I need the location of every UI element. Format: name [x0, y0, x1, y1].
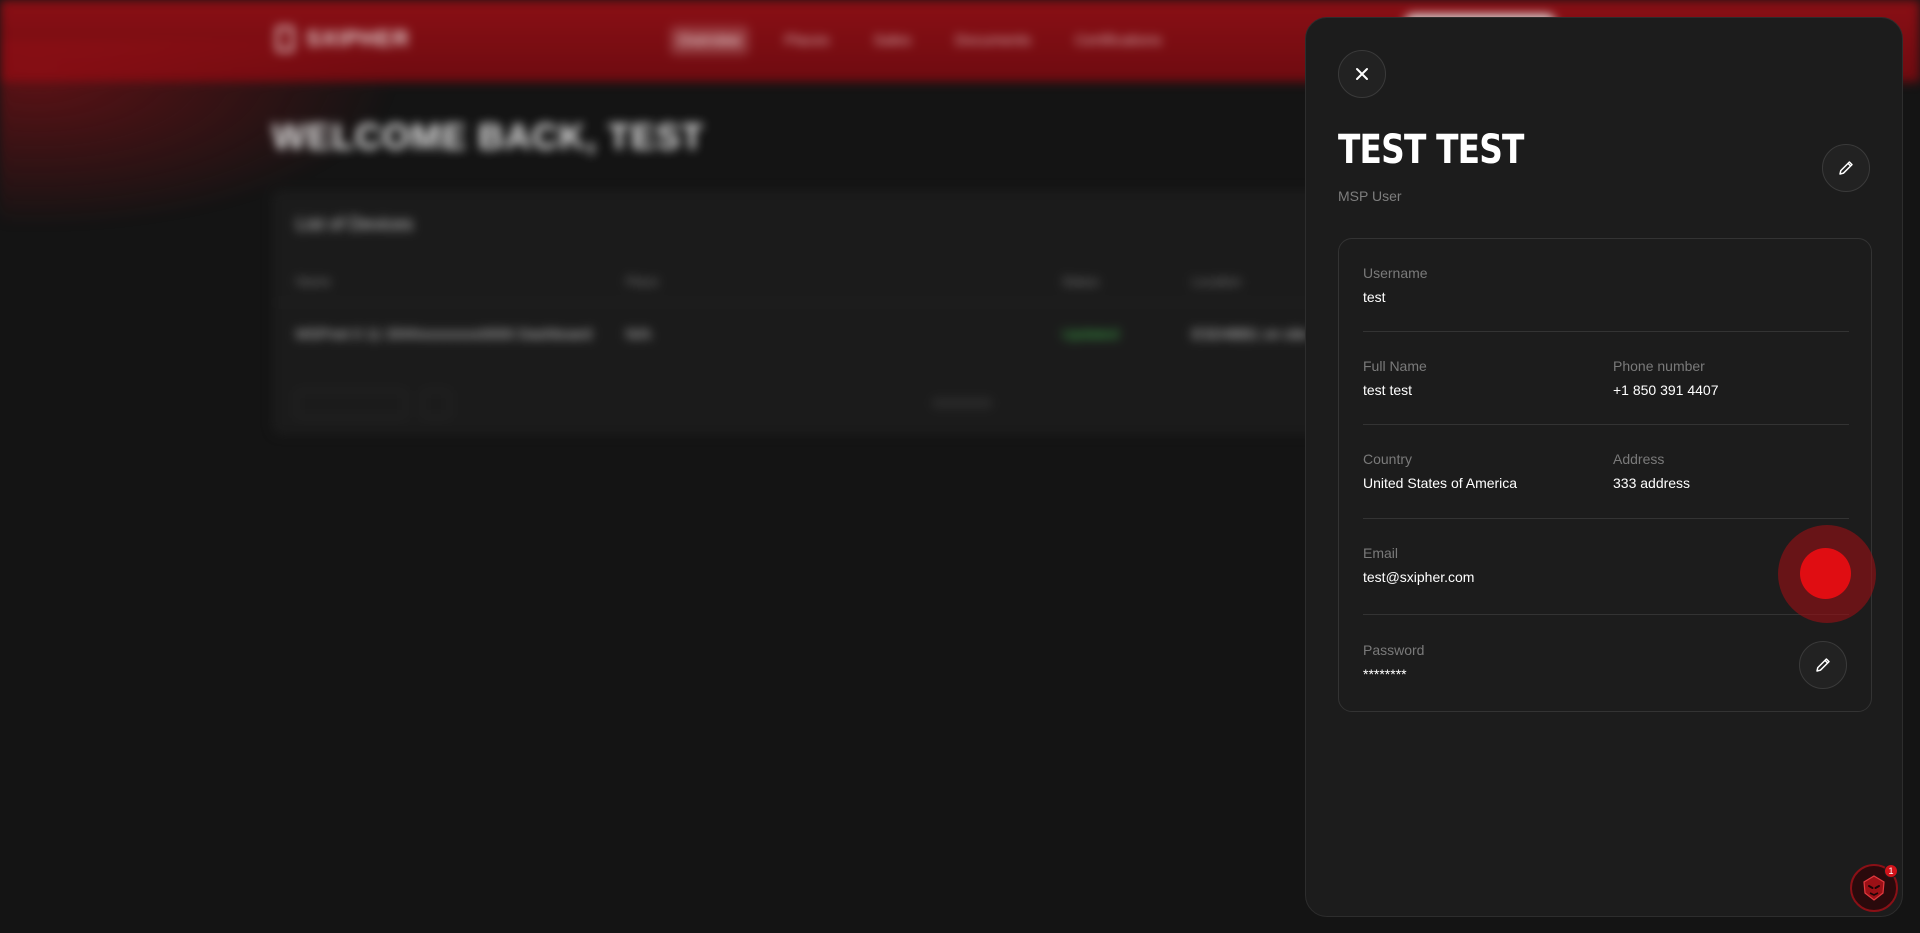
user-info-card: Username test Full Name test test Phone … [1338, 238, 1872, 712]
user-role: MSP User [1338, 188, 1402, 204]
country-field: Country United States of America [1363, 451, 1517, 491]
full-name-label: Full Name [1363, 358, 1427, 374]
edit-profile-button[interactable] [1822, 144, 1870, 192]
field-divider [1363, 614, 1849, 615]
devices-card: List of Devices Name Place Status Locati… [272, 190, 1392, 435]
table-cell-name: MSPnet 0 11 Shhhxxxxxxxx0000 Dashboard [296, 326, 592, 343]
click-indicator-dot [1800, 548, 1851, 599]
country-label: Country [1363, 451, 1413, 467]
column-header-name: Name [296, 274, 331, 289]
username-label: Username [1363, 265, 1428, 281]
nav-item-certifications: Certifications [1074, 32, 1162, 49]
page-size-chevron [422, 390, 450, 418]
nav-item-overview: Overview [670, 26, 749, 55]
nav-item-places: Places [784, 32, 830, 49]
email-field: Email test@sxipher.com [1363, 545, 1474, 585]
page-size-select [296, 390, 406, 418]
address-value: 333 address [1613, 475, 1691, 491]
address-field: Address 333 address [1613, 451, 1690, 491]
username-value: test [1363, 289, 1386, 305]
email-value: test@sxipher.com [1363, 569, 1475, 585]
close-button[interactable] [1338, 50, 1386, 98]
field-divider [1363, 331, 1849, 332]
nav-item-documents: Documents [955, 32, 1031, 49]
table-divider [272, 302, 1392, 303]
table-cell-location: ESD4BB1 on site [1192, 326, 1308, 343]
pencil-icon [1839, 161, 1853, 175]
column-header-location: Location [1192, 274, 1242, 289]
pagination-text [932, 398, 992, 408]
email-label: Email [1363, 545, 1399, 561]
column-header-status: Status [1062, 274, 1099, 289]
devices-card-title: List of Devices [296, 214, 414, 234]
phone-value: +1 850 391 4407 [1613, 382, 1719, 398]
full-name-value: test test [1363, 382, 1413, 398]
edit-password-button[interactable] [1799, 641, 1847, 689]
field-divider [1363, 518, 1849, 519]
password-value: ******** [1363, 666, 1407, 682]
username-field: Username test [1363, 265, 1428, 305]
logo-text: SXIPHER [306, 26, 410, 51]
assistant-avatar-icon [1863, 875, 1885, 901]
password-label: Password [1363, 642, 1425, 658]
password-field: Password ******** [1363, 642, 1424, 682]
table-cell-place: N/A [626, 326, 652, 343]
field-divider [1363, 424, 1849, 425]
nav-item-sales: Sales [873, 32, 912, 49]
user-full-name-title: TEST TEST [1338, 127, 1524, 173]
close-icon [1356, 68, 1368, 80]
column-header-place: Place [626, 274, 659, 289]
pencil-icon [1816, 658, 1830, 672]
phone-field: Phone number +1 850 391 4407 [1613, 358, 1719, 398]
address-label: Address [1613, 451, 1665, 467]
main-nav: Overview Places Sales Documents Certific… [670, 26, 1170, 55]
welcome-heading: WELCOME BACK, TEST [272, 116, 704, 157]
user-details-drawer: TEST TEST MSP User Username test Full Na… [1305, 17, 1903, 917]
notification-badge: 1 [1884, 864, 1898, 878]
app-logo: SXIPHER [276, 26, 410, 52]
country-value: United States of America [1363, 475, 1518, 491]
logo-mark-icon [276, 26, 294, 52]
table-cell-status: Updated [1062, 326, 1119, 343]
full-name-field: Full Name test test [1363, 358, 1427, 398]
phone-label: Phone number [1613, 358, 1705, 374]
